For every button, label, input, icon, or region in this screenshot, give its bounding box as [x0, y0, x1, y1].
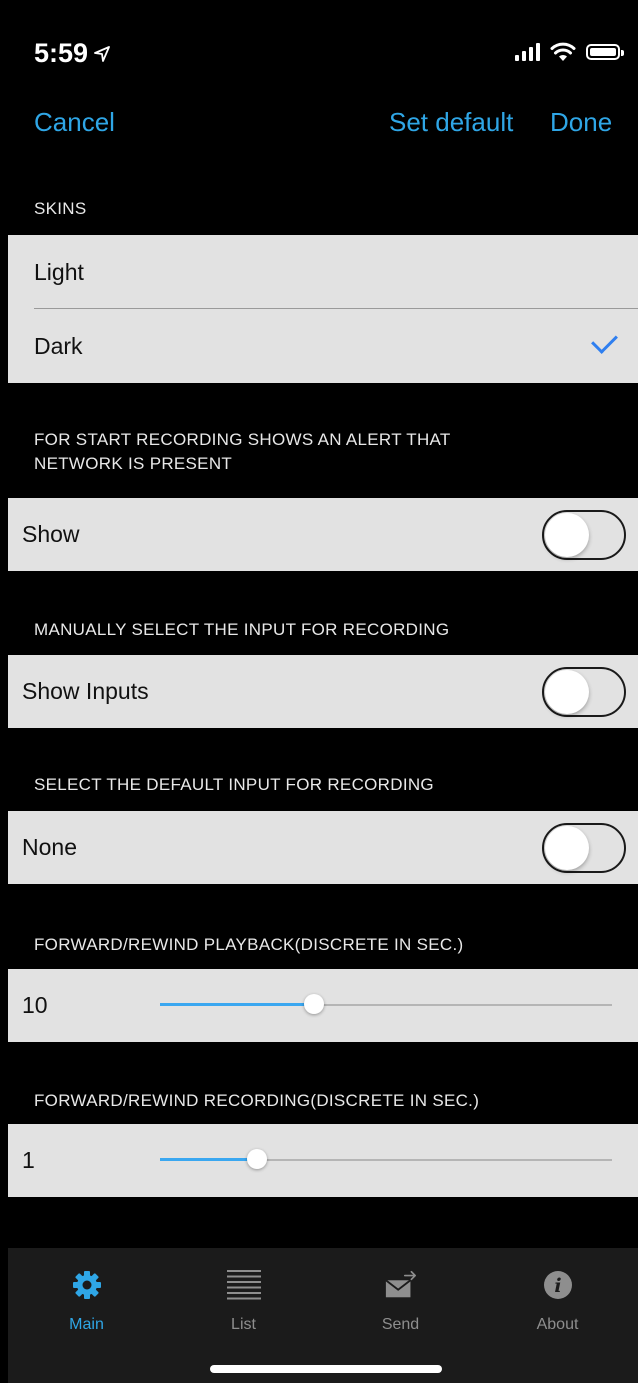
- skin-option-dark[interactable]: Dark: [8, 309, 638, 383]
- tab-label: Send: [381, 1316, 420, 1333]
- network-alert-label: Show: [22, 521, 80, 547]
- network-alert-row: Show: [8, 498, 638, 571]
- default-input-row: None: [8, 811, 638, 884]
- tab-send[interactable]: Send: [322, 1248, 479, 1348]
- status-icons: [515, 42, 624, 62]
- toggle-knob: [545, 670, 589, 714]
- tab-main[interactable]: Main: [8, 1248, 165, 1348]
- slider-thumb[interactable]: [303, 994, 324, 1014]
- default-input-label: None: [22, 834, 77, 860]
- toggle-knob: [545, 513, 589, 557]
- slider-thumb[interactable]: [247, 1149, 268, 1169]
- recording-step-value: 1: [22, 1147, 35, 1173]
- recording-step-section-header: FORWARD/REWIND RECORDING(DISCRETE IN SEC…: [34, 1091, 480, 1110]
- done-button[interactable]: Done: [550, 107, 612, 138]
- playback-step-value: 10: [22, 992, 48, 1018]
- cancel-button[interactable]: Cancel: [34, 107, 115, 138]
- home-indicator[interactable]: [210, 1365, 442, 1373]
- show-inputs-toggle[interactable]: [542, 667, 626, 717]
- playback-step-section-header: FORWARD/REWIND PLAYBACK(DISCRETE IN SEC.…: [34, 935, 464, 954]
- default-input-toggle[interactable]: [542, 823, 626, 873]
- settings-screen: 5:59 Cancel Set default Done SKINS Light: [8, 0, 638, 1383]
- network-alert-toggle[interactable]: [542, 510, 626, 560]
- skin-option-light[interactable]: Light: [8, 235, 638, 308]
- skin-option-label: Dark: [34, 333, 83, 359]
- tab-bar: Main List Send i About: [8, 1248, 638, 1383]
- slider-fill: [160, 1003, 314, 1006]
- recording-step-row: 1: [8, 1124, 638, 1197]
- checkmark-icon: [591, 327, 618, 354]
- recording-step-slider[interactable]: [160, 1145, 612, 1175]
- status-bar: 5:59: [8, 0, 638, 95]
- info-icon: i: [541, 1268, 575, 1302]
- svg-text:i: i: [554, 1275, 561, 1297]
- gear-icon: [70, 1268, 104, 1302]
- header-line: NETWORK IS PRESENT: [34, 454, 233, 473]
- playback-step-row: 10: [8, 969, 638, 1042]
- tab-list[interactable]: List: [165, 1248, 322, 1348]
- playback-step-slider[interactable]: [160, 990, 612, 1020]
- default-input-section-header: SELECT THE DEFAULT INPUT FOR RECORDING: [34, 775, 434, 794]
- time-text: 5:59: [34, 38, 89, 68]
- send-mail-icon: [384, 1268, 418, 1302]
- manual-input-section-header: MANUALLY SELECT THE INPUT FOR RECORDING: [34, 620, 450, 639]
- skin-option-label: Light: [34, 259, 84, 285]
- slider-fill: [160, 1158, 258, 1161]
- tab-label: List: [231, 1316, 256, 1333]
- tab-about[interactable]: i About: [479, 1248, 636, 1348]
- location-arrow-icon: [94, 42, 110, 68]
- network-alert-section-header: FOR START RECORDING SHOWS AN ALERT THAT …: [34, 428, 451, 476]
- skins-section-header: SKINS: [34, 199, 87, 218]
- show-inputs-label: Show Inputs: [22, 678, 149, 704]
- battery-icon: [586, 44, 624, 60]
- toggle-knob: [545, 826, 589, 870]
- skins-group: Light Dark: [8, 235, 638, 383]
- status-time: 5:59: [34, 38, 110, 69]
- navigation-bar: Cancel Set default Done: [8, 95, 638, 155]
- tab-label: About: [536, 1316, 579, 1333]
- list-icon: [226, 1268, 261, 1302]
- wifi-icon: [550, 42, 576, 61]
- cellular-signal-icon: [515, 43, 540, 61]
- header-line: FOR START RECORDING SHOWS AN ALERT THAT: [34, 430, 451, 449]
- manual-input-row: Show Inputs: [8, 655, 638, 728]
- set-default-button[interactable]: Set default: [389, 107, 513, 138]
- tab-label: Main: [69, 1316, 104, 1333]
